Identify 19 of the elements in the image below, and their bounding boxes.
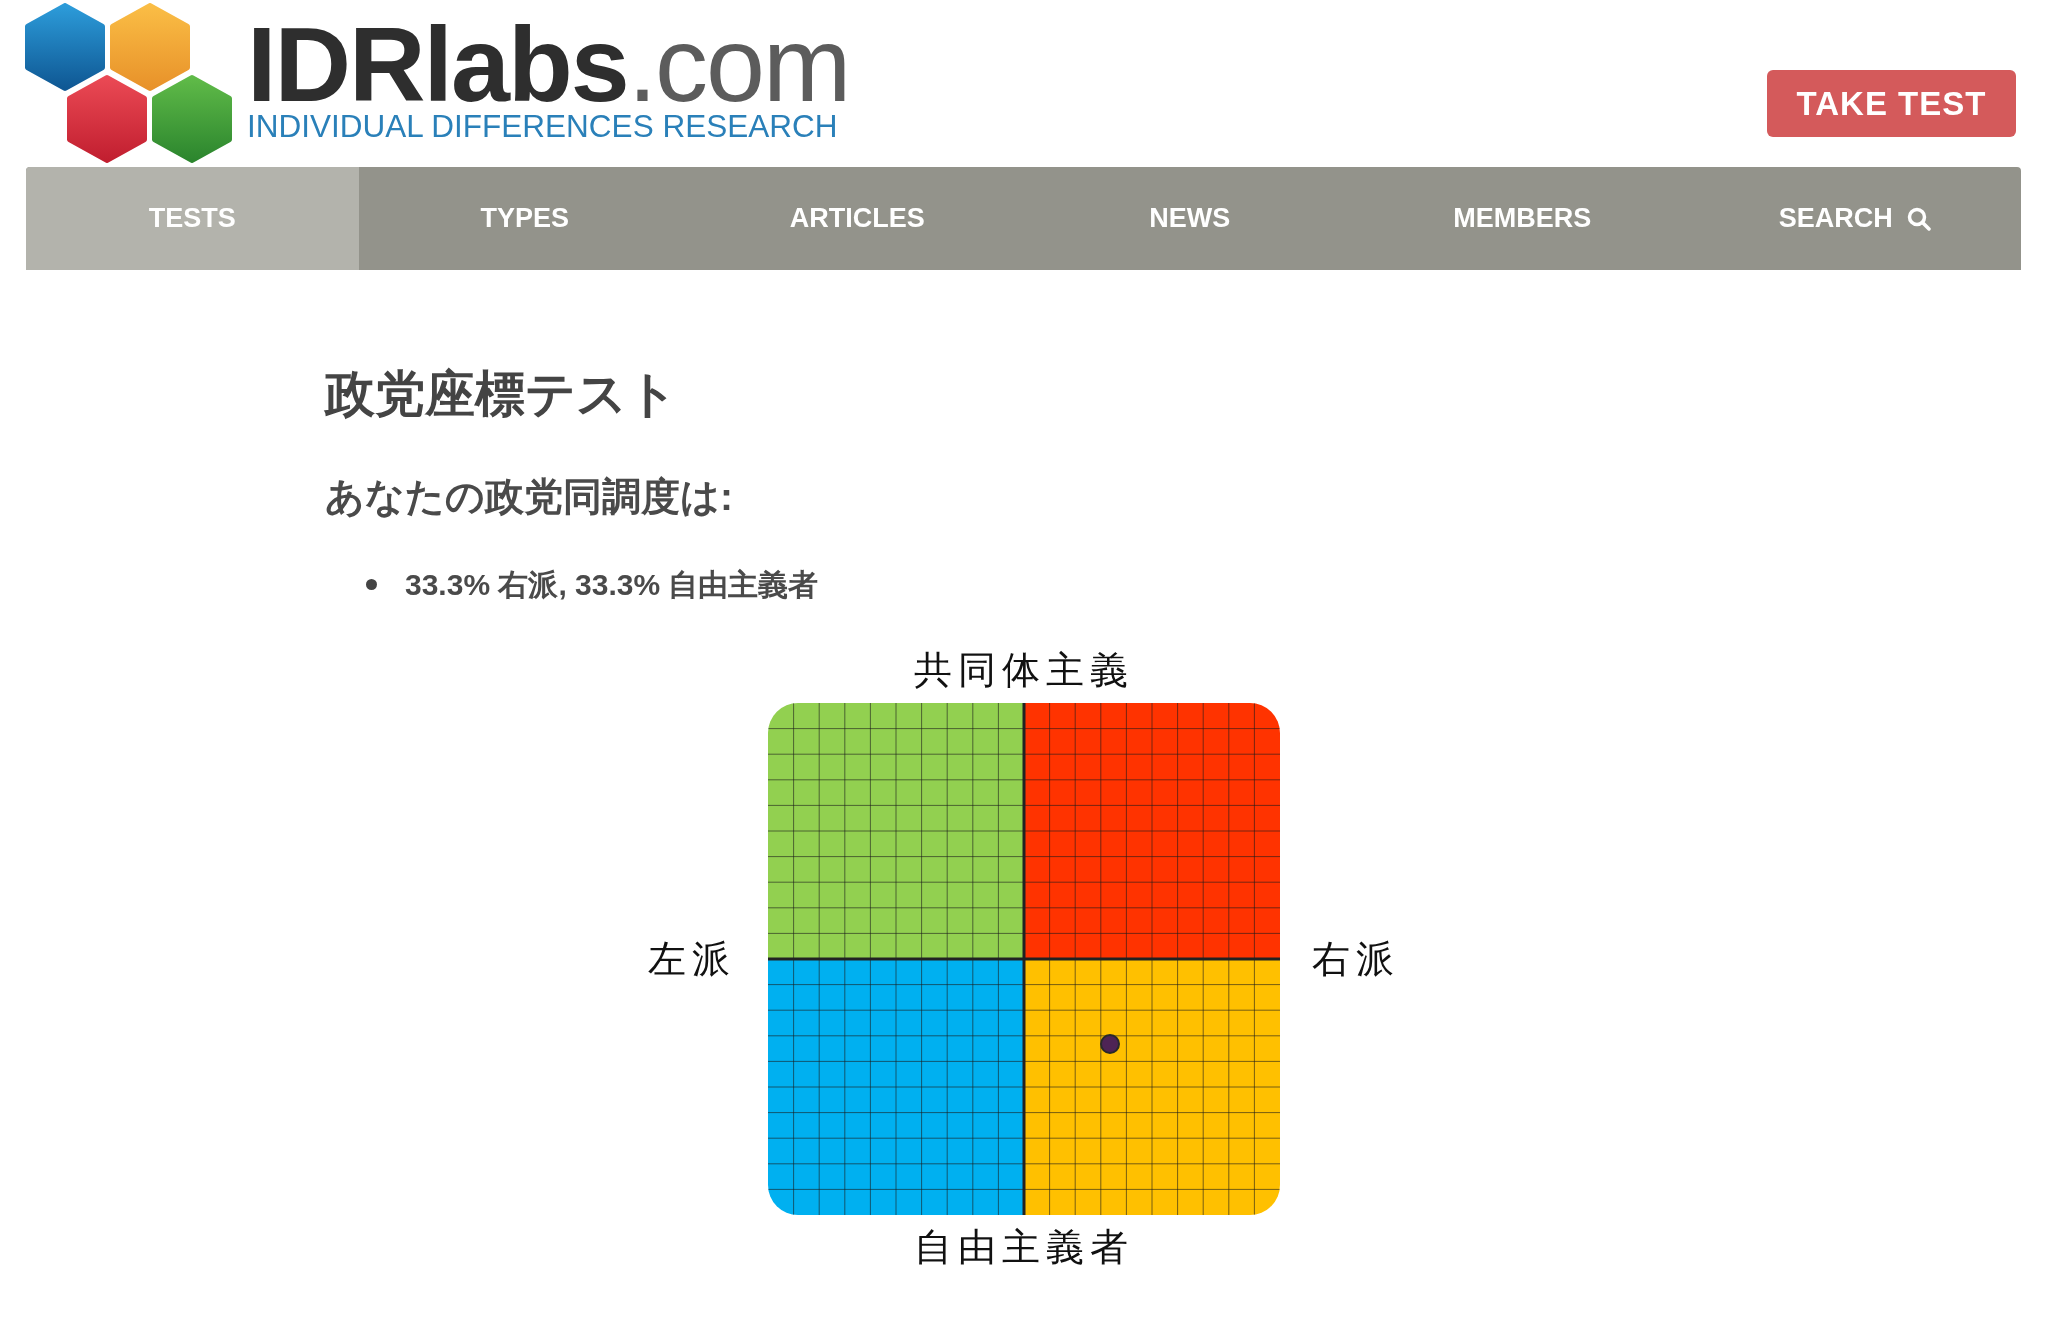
result-text: 33.3% 右派, 33.3% 自由主義者 (405, 567, 819, 603)
result-heading: あなたの政党同調度は: (325, 474, 734, 520)
nav-tab[interactable]: TYPES (358, 167, 691, 270)
axis-label: 右派 (1311, 936, 1400, 982)
axis-label: 共同体主義 (913, 648, 1134, 693)
nav-tab[interactable]: SEARCH (1688, 167, 2021, 270)
search-icon (1906, 206, 1931, 231)
axis-label: 自由主義者 (913, 1225, 1134, 1270)
nav-tab[interactable]: TESTS (26, 167, 359, 270)
page-title: 政党座標テスト (325, 365, 679, 424)
take-test-button[interactable]: TAKE TEST (1767, 70, 2016, 137)
bullet-icon (366, 579, 377, 590)
nav-tab[interactable]: ARTICLES (691, 167, 1024, 270)
logo-wordmark: IDRlabs.com (247, 16, 850, 112)
nav-tab[interactable]: NEWS (1023, 167, 1356, 270)
logo-tagline: INDIVIDUAL DIFFERENCES RESEARCH (247, 112, 839, 140)
nav-tab[interactable]: MEMBERS (1356, 167, 1689, 270)
axis-label: 左派 (647, 936, 736, 982)
hexagon-logo-icon (25, 3, 232, 163)
